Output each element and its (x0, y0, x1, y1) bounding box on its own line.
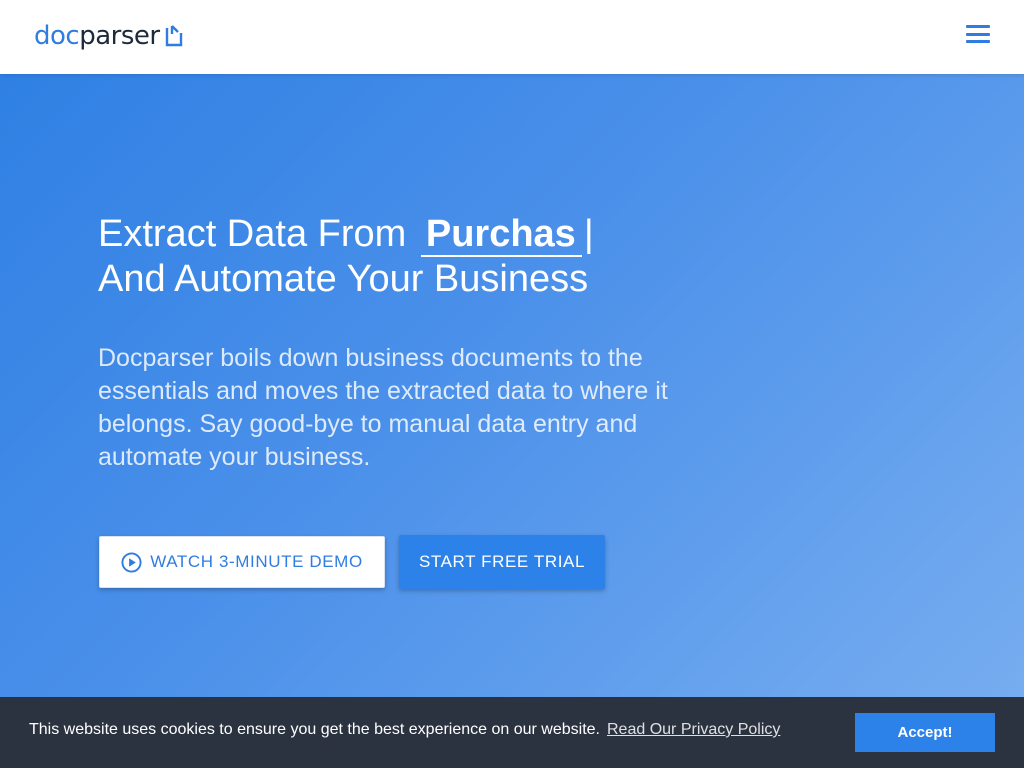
hero-headline: Extract Data From Purchas | And Automate … (98, 212, 594, 302)
watch-demo-button[interactable]: WATCH 3-MINUTE DEMO (99, 536, 385, 588)
watch-demo-label: WATCH 3-MINUTE DEMO (150, 552, 363, 571)
logo-text-parser: parser (79, 21, 160, 51)
menu-bar (966, 25, 990, 28)
start-free-trial-button[interactable]: START FREE TRIAL (399, 535, 605, 589)
hero-description: Docparser boils down business documents … (98, 344, 668, 471)
site-header: doc parser (0, 0, 1024, 74)
privacy-policy-link[interactable]: Read Our Privacy Policy (607, 721, 780, 739)
hero-section: Extract Data From Purchas | And Automate … (0, 74, 1024, 768)
accept-cookies-button[interactable]: Accept! (855, 713, 995, 752)
start-free-trial-label: START FREE TRIAL (418, 552, 586, 571)
document-corner-icon (165, 25, 182, 47)
typing-cursor: | (583, 213, 594, 255)
menu-bar (966, 32, 990, 36)
docparser-logo[interactable]: doc parser (34, 18, 184, 54)
headline-line-2: And Automate Your Business (98, 258, 589, 300)
cookie-message: This website uses cookies to ensure you … (29, 721, 600, 738)
cookie-consent-bar: This website uses cookies to ensure you … (0, 697, 1024, 768)
menu-bar (966, 40, 990, 43)
headline-line-1: Extract Data From Purchas | (98, 212, 594, 257)
headline-prefix: Extract Data From (98, 213, 407, 255)
hamburger-menu-icon[interactable] (966, 23, 990, 45)
accept-cookies-label: Accept! (897, 724, 953, 741)
play-circle-icon (121, 551, 142, 573)
headline-typed-word: Purchas (420, 213, 582, 257)
logo-text-doc: doc (34, 21, 80, 51)
